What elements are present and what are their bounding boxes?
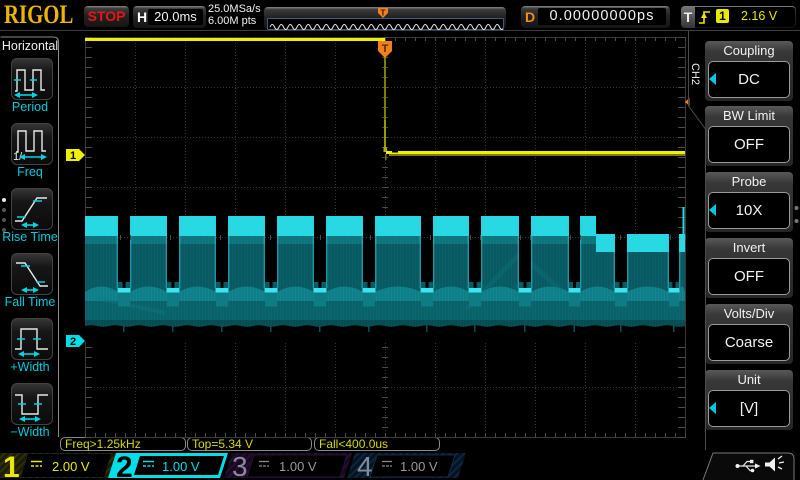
svg-text:4: 4: [357, 451, 373, 480]
svg-text:1: 1: [3, 451, 20, 480]
svg-text:T: T: [382, 43, 389, 55]
svg-text:2: 2: [70, 336, 76, 348]
svg-text:1.00 V: 1.00 V: [400, 459, 438, 474]
svg-text:CH2: CH2: [689, 63, 701, 85]
svg-text:1.00 V: 1.00 V: [162, 459, 200, 474]
svg-text:1.00 V: 1.00 V: [279, 459, 317, 474]
svg-text:2.00 V: 2.00 V: [52, 459, 90, 474]
svg-text:1: 1: [70, 150, 76, 162]
svg-text:2: 2: [116, 451, 133, 480]
svg-text:3: 3: [232, 451, 248, 480]
